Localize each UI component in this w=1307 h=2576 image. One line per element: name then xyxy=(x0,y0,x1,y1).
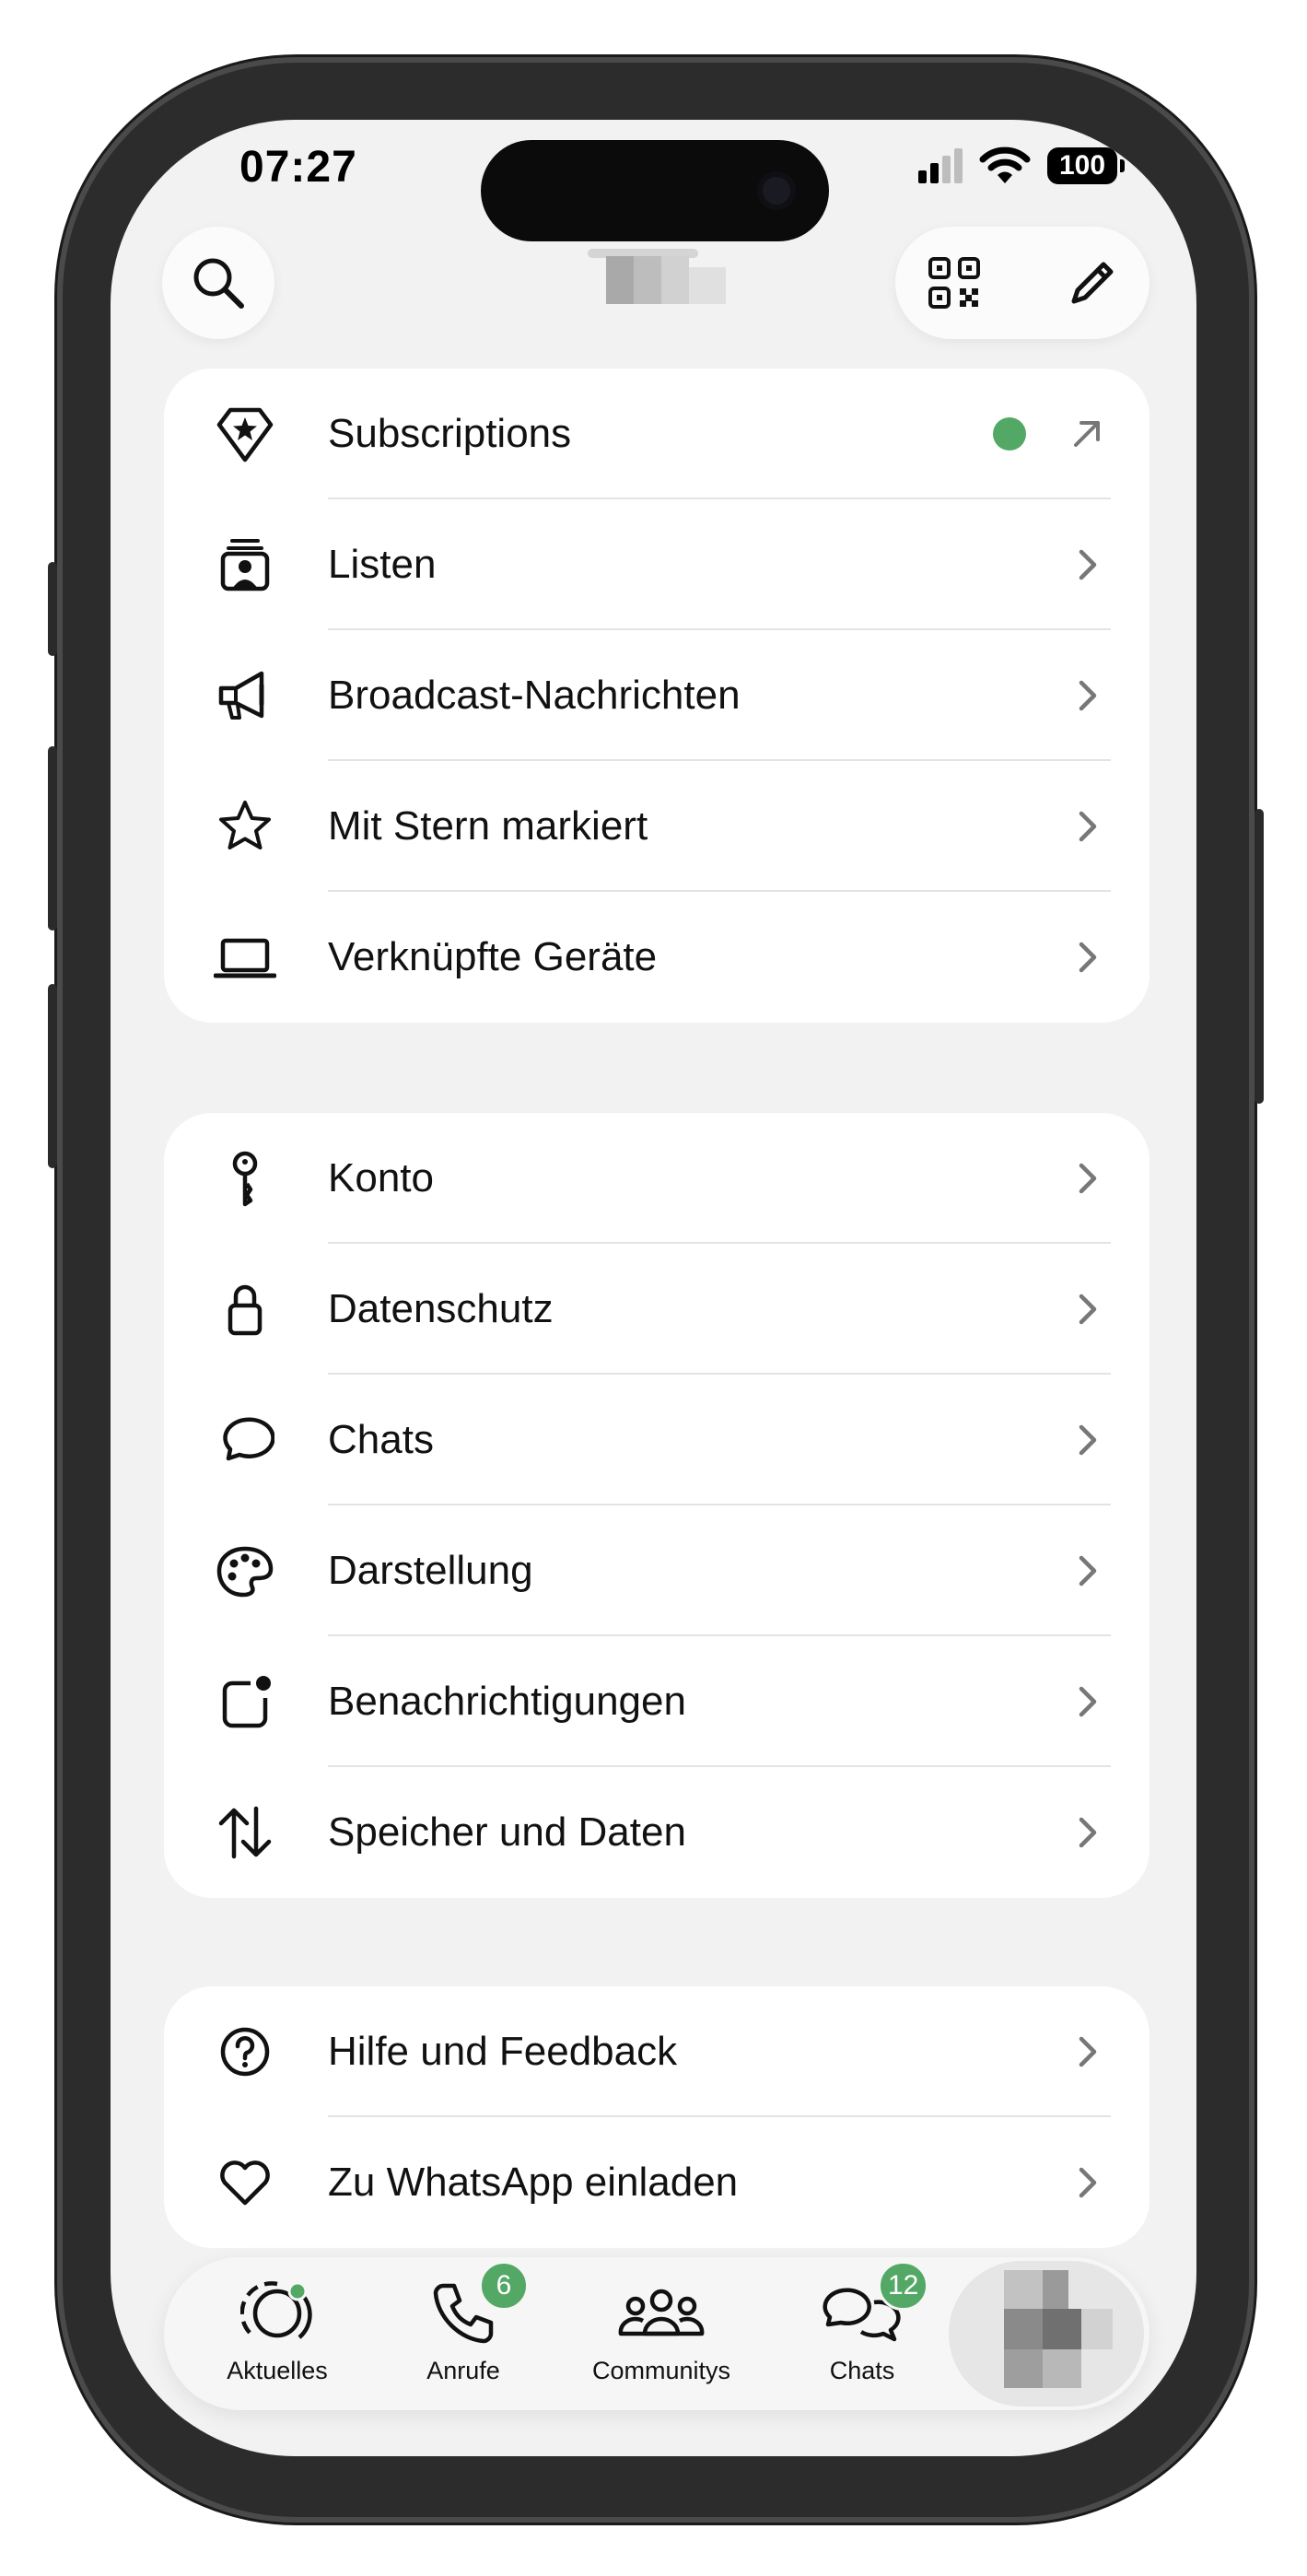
wifi-icon xyxy=(979,146,1031,183)
arrows-updown-icon xyxy=(214,1801,276,1864)
help-circle-icon xyxy=(214,2020,276,2083)
tab-label: Chats xyxy=(829,2357,895,2384)
tab-communitys[interactable]: Communitys xyxy=(588,2276,735,2395)
avatar xyxy=(1004,2270,1113,2388)
chevron-right-icon xyxy=(1079,1686,1097,1717)
tab-label: Communitys xyxy=(591,2357,731,2384)
settings-item-datenschutz[interactable]: Datenschutz xyxy=(164,1244,1149,1375)
profile-photo-blurred xyxy=(588,249,726,304)
settings-item-chats[interactable]: Chats xyxy=(164,1375,1149,1505)
volume-down-button xyxy=(48,984,57,1168)
settings-item-label: Datenschutz xyxy=(328,1286,554,1331)
settings-section-1: Subscriptions Listen Broadcast-Nachricht… xyxy=(164,369,1149,1023)
settings-item-label: Benachrichtigungen xyxy=(328,1679,686,1724)
settings-item-label: Subscriptions xyxy=(328,411,572,456)
settings-item-label: Chats xyxy=(328,1417,434,1462)
phone-icon: 6 xyxy=(422,2261,529,2351)
qr-code-button[interactable] xyxy=(927,255,982,310)
settings-item-subscriptions[interactable]: Subscriptions xyxy=(164,369,1149,499)
status-icon xyxy=(236,2276,319,2351)
key-icon xyxy=(214,1147,276,1210)
tab-label: Aktuelles xyxy=(227,2357,328,2384)
power-button xyxy=(1254,809,1264,1104)
settings-item-label: Broadcast-Nachrichten xyxy=(328,673,741,718)
star-icon xyxy=(214,795,276,858)
chevron-right-icon xyxy=(1079,2036,1097,2067)
chevron-right-icon xyxy=(1079,811,1097,842)
settings-item-label: Hilfe und Feedback xyxy=(328,2029,678,2074)
settings-item-listen[interactable]: Listen xyxy=(164,499,1149,630)
chevron-right-icon xyxy=(1079,680,1097,711)
battery-level: 100 xyxy=(1058,150,1106,181)
settings-item-einladen[interactable]: Zu WhatsApp einladen xyxy=(164,2117,1149,2248)
settings-item-speicher[interactable]: Speicher und Daten xyxy=(164,1767,1149,1898)
chevron-right-icon xyxy=(1079,2167,1097,2198)
pencil-icon xyxy=(1071,262,1114,304)
battery-icon: 100 xyxy=(1047,147,1125,184)
settings-item-label: Zu WhatsApp einladen xyxy=(328,2160,739,2205)
action-button xyxy=(48,562,57,656)
palette-icon xyxy=(214,1540,276,1602)
settings-item-darstellung[interactable]: Darstellung xyxy=(164,1505,1149,1636)
tab-aktuelles[interactable]: Aktuelles xyxy=(217,2276,337,2395)
settings-item-label: Verknüpfte Geräte xyxy=(328,934,658,979)
badge-count: 6 xyxy=(479,2261,529,2311)
tab-chats[interactable]: 12 Chats xyxy=(807,2261,929,2395)
chevron-right-icon xyxy=(1079,1163,1097,1194)
chevron-right-icon xyxy=(1079,1294,1097,1325)
status-dot xyxy=(993,417,1026,451)
tab-label: Anrufe xyxy=(426,2357,500,2384)
settings-item-linked-devices[interactable]: Verknüpfte Geräte xyxy=(164,892,1149,1023)
search-button[interactable] xyxy=(162,227,274,339)
lock-icon xyxy=(214,1278,276,1341)
laptop-icon xyxy=(214,926,276,989)
dynamic-island xyxy=(481,140,829,241)
signal-icon xyxy=(918,148,963,183)
chevron-right-icon xyxy=(1079,1424,1097,1456)
status-icons: 100 xyxy=(918,146,1125,186)
edit-button[interactable] xyxy=(1065,255,1120,310)
communities-icon xyxy=(615,2276,707,2351)
status-time: 07:27 xyxy=(239,143,357,192)
chevron-right-icon xyxy=(1079,549,1097,580)
header-actions xyxy=(895,227,1149,339)
external-link-arrow-icon xyxy=(1074,421,1100,447)
diamond-star-icon xyxy=(214,403,276,465)
settings-item-label: Mit Stern markiert xyxy=(328,803,648,849)
settings-item-starred[interactable]: Mit Stern markiert xyxy=(164,761,1149,892)
chevron-right-icon xyxy=(1079,1555,1097,1587)
notification-icon xyxy=(214,1670,276,1733)
chat-bubble-icon xyxy=(214,1409,276,1471)
settings-item-label: Listen xyxy=(328,542,437,587)
contact-list-icon xyxy=(214,533,276,596)
settings-item-hilfe[interactable]: Hilfe und Feedback xyxy=(164,1986,1149,2117)
qr-code-icon xyxy=(928,257,980,309)
tab-bar: Aktuelles 6 Anrufe Communitys 12 Chats xyxy=(164,2257,1149,2410)
settings-item-label: Konto xyxy=(328,1155,434,1200)
settings-section-2: Konto Datenschutz Chats Darstellung Bena… xyxy=(164,1113,1149,1898)
chevron-right-icon xyxy=(1079,1817,1097,1848)
chats-icon: 12 xyxy=(821,2261,929,2351)
camera-icon xyxy=(757,171,796,210)
settings-section-3: Hilfe und Feedback Zu WhatsApp einladen xyxy=(164,1986,1149,2248)
tab-profile[interactable] xyxy=(949,2261,1144,2406)
settings-item-label: Darstellung xyxy=(328,1548,533,1593)
screen: 07:27 100 Subscriptions Listen Broadcast… xyxy=(111,120,1196,2456)
chevron-right-icon xyxy=(1079,942,1097,973)
tab-anrufe[interactable]: 6 Anrufe xyxy=(403,2261,529,2395)
heart-icon xyxy=(214,2151,276,2214)
megaphone-icon xyxy=(214,664,276,727)
settings-item-broadcast[interactable]: Broadcast-Nachrichten xyxy=(164,630,1149,761)
search-icon xyxy=(193,258,244,309)
settings-item-konto[interactable]: Konto xyxy=(164,1113,1149,1244)
badge-count: 12 xyxy=(878,2261,929,2311)
volume-up-button xyxy=(48,746,57,931)
settings-item-benachrichtigungen[interactable]: Benachrichtigungen xyxy=(164,1636,1149,1767)
settings-item-label: Speicher und Daten xyxy=(328,1809,686,1855)
